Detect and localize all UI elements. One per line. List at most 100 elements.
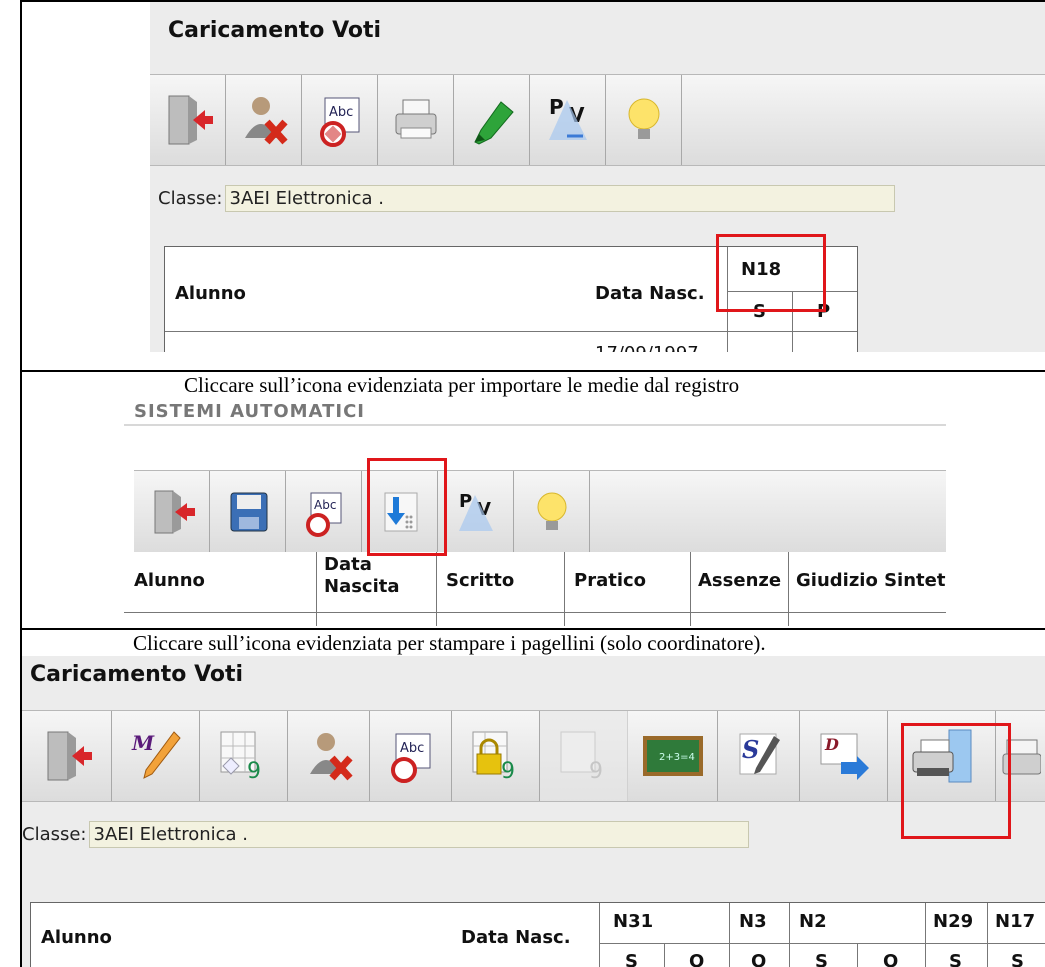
hint-button[interactable] bbox=[514, 471, 590, 553]
table-header: Alunno Data Nascita Scritto Pratico Asse… bbox=[124, 552, 946, 626]
edit-marks-icon: M bbox=[131, 731, 181, 779]
save-icon bbox=[230, 492, 267, 532]
spellcheck-icon: Abc bbox=[319, 97, 359, 147]
svg-text:M: M bbox=[131, 731, 155, 755]
col-sep bbox=[690, 552, 691, 626]
caption-print: Cliccare sull’icona evidenziata per stam… bbox=[133, 631, 766, 655]
hint-button[interactable] bbox=[606, 75, 682, 165]
header-alunno: Alunno bbox=[175, 283, 246, 304]
highlight-box bbox=[901, 723, 1011, 839]
classe-row: Classe: 3AEI Elettronica . bbox=[22, 821, 749, 848]
col-sep bbox=[316, 552, 317, 626]
divider bbox=[20, 370, 1045, 372]
highlighter-icon bbox=[473, 101, 514, 145]
document-arrow-button[interactable]: D bbox=[800, 711, 888, 801]
highlight-button[interactable] bbox=[454, 75, 530, 165]
print-button[interactable] bbox=[378, 75, 454, 165]
screenshot-3: Caricamento Voti M 9 Abc 9 9 2+3=4 S D C… bbox=[22, 656, 1045, 967]
classe-field: 3AEI Elettronica . bbox=[88, 821, 749, 848]
s-pen-button[interactable]: S bbox=[718, 711, 800, 801]
disabled-grid-button[interactable]: 9 bbox=[540, 711, 628, 801]
spellcheck-button[interactable]: Abc bbox=[286, 471, 362, 553]
exit-button[interactable] bbox=[134, 471, 210, 553]
edit-marks-button[interactable]: M bbox=[112, 711, 200, 801]
s-pen-icon: S bbox=[739, 733, 780, 775]
grid-diamond-button[interactable]: 9 bbox=[200, 711, 288, 801]
toolbar-spacer bbox=[682, 75, 1045, 165]
spellcheck-button[interactable]: Abc bbox=[370, 711, 452, 801]
exit-icon bbox=[154, 490, 195, 534]
header-n29: N29 bbox=[933, 911, 974, 932]
pv-button[interactable]: PV bbox=[530, 75, 606, 165]
header-data-nasc: Data Nasc. bbox=[595, 283, 705, 304]
toolbar: Abc PV bbox=[134, 470, 946, 554]
printer-icon bbox=[395, 99, 436, 139]
highlight-box bbox=[716, 234, 826, 312]
toolbar: M 9 Abc 9 9 2+3=4 S D bbox=[22, 710, 1045, 802]
svg-text:2+3=4: 2+3=4 bbox=[659, 752, 695, 763]
divider bbox=[20, 628, 1045, 630]
exit-icon bbox=[168, 95, 213, 145]
header-n2: N2 bbox=[799, 911, 827, 932]
pv-button[interactable]: PV bbox=[438, 471, 514, 553]
col-sep bbox=[436, 552, 437, 626]
classe-label: Classe: bbox=[22, 824, 87, 845]
header-n3: N3 bbox=[739, 911, 767, 932]
window-title: Caricamento Voti bbox=[168, 18, 382, 43]
header-sub-7: S bbox=[1011, 951, 1024, 967]
header-sub-2: O bbox=[689, 951, 705, 967]
col-sep bbox=[664, 943, 665, 967]
svg-text:Abc: Abc bbox=[329, 105, 353, 120]
header-sub-4: S bbox=[815, 951, 828, 967]
grid-diamond-icon: 9 bbox=[220, 731, 261, 784]
highlight-box bbox=[367, 458, 447, 556]
col-sep bbox=[564, 552, 565, 626]
lock-grid-button[interactable]: 9 bbox=[452, 711, 540, 801]
header-sub-1: S bbox=[625, 951, 638, 967]
blackboard-button[interactable]: 2+3=4 bbox=[628, 711, 718, 801]
svg-text:9: 9 bbox=[501, 759, 515, 784]
header-pratico: Pratico bbox=[574, 570, 647, 591]
exit-icon bbox=[47, 731, 92, 781]
col-sep bbox=[599, 903, 600, 967]
remove-user-button[interactable] bbox=[288, 711, 370, 801]
remove-user-button[interactable] bbox=[226, 75, 302, 165]
spellcheck-button[interactable]: Abc bbox=[302, 75, 378, 165]
header-scritto: Scritto bbox=[446, 570, 515, 591]
header-sub-5: O bbox=[883, 951, 899, 967]
col-sep bbox=[729, 903, 730, 967]
delete-user-icon bbox=[309, 733, 353, 781]
header-sub-6: S bbox=[949, 951, 962, 967]
header-bottom bbox=[124, 612, 946, 613]
col-sep bbox=[788, 552, 789, 626]
grades-table: Alunno Data Nasc. N31 N3 N2 N29 N17 S O … bbox=[30, 902, 1045, 967]
exit-button[interactable] bbox=[150, 75, 226, 165]
classe-field: 3AEI Elettronica . bbox=[224, 185, 895, 212]
window-title: Caricamento Voti bbox=[30, 662, 244, 687]
svg-text:Abc: Abc bbox=[400, 741, 424, 756]
header-giudizio: Giudizio Sintet bbox=[796, 570, 946, 591]
col-sep bbox=[925, 903, 926, 967]
exit-button[interactable] bbox=[22, 711, 112, 801]
window-title: SISTEMI AUTOMATICI bbox=[134, 401, 365, 422]
lightbulb-icon bbox=[537, 492, 566, 530]
row-sep bbox=[599, 943, 1045, 944]
title-underline bbox=[124, 424, 946, 426]
header-n17: N17 bbox=[995, 911, 1036, 932]
header-bottom bbox=[165, 331, 857, 332]
screenshot-1: Caricamento Voti Abc PV Classe: 3AEI Ele… bbox=[150, 2, 1045, 352]
delete-user-icon bbox=[244, 97, 288, 145]
lock-grid-icon: 9 bbox=[472, 731, 515, 784]
header-nascita: Nascita bbox=[324, 576, 400, 597]
svg-text:9: 9 bbox=[589, 759, 603, 784]
toolbar-spacer bbox=[590, 471, 946, 553]
spellcheck-icon: Abc bbox=[305, 492, 341, 537]
col-sep bbox=[789, 903, 790, 967]
spellcheck-icon: Abc bbox=[390, 733, 430, 783]
col-sep bbox=[857, 943, 858, 967]
save-button[interactable] bbox=[210, 471, 286, 553]
pv-icon: PV bbox=[548, 95, 587, 140]
blackboard-icon: 2+3=4 bbox=[642, 736, 703, 776]
svg-text:S: S bbox=[742, 735, 759, 764]
header-alunno: Alunno bbox=[41, 927, 112, 948]
